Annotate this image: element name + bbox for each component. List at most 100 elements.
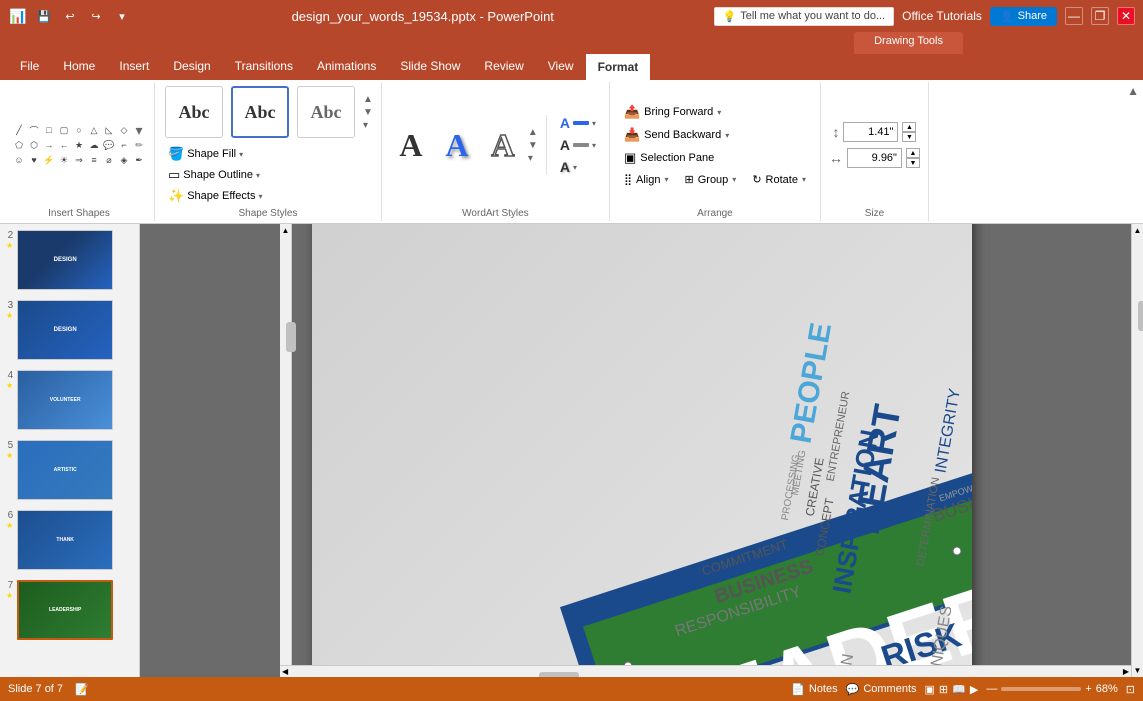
notes-button[interactable]: 📄 Notes [791,683,837,696]
align-button[interactable]: ⣿ Align ▾ [618,170,675,189]
slide-notes-icon[interactable]: 📝 [75,683,89,696]
ribbon-collapse-button[interactable]: ▲ [1127,84,1139,98]
rotate-arrow[interactable]: ▾ [802,175,806,184]
rotate-button[interactable]: ↻ Rotate ▾ [746,170,812,189]
share-button[interactable]: 👤 Share [990,7,1057,26]
callout-shape[interactable]: 💬 [102,138,116,152]
slide-thumb-2[interactable]: DESIGN [17,230,113,290]
tab-transitions[interactable]: Transitions [223,52,305,80]
right-scroll-thumb[interactable] [1138,301,1143,331]
edit-shapes-btn[interactable]: ✏ [132,138,146,152]
width-input[interactable] [847,148,902,168]
height-spin-up[interactable]: ▲ [902,122,916,132]
shape-style-2[interactable]: Abc [231,86,289,138]
width-spin-up[interactable]: ▲ [906,148,920,158]
align-arrow[interactable]: ▾ [664,175,668,184]
height-input[interactable] [843,122,898,142]
slide-item-6[interactable]: 6 ★ THANK [4,508,135,572]
text-fill-arrow[interactable]: ▾ [592,119,596,128]
bottom-scroll-right[interactable]: ▶ [1121,667,1131,676]
scroll-thumb[interactable] [286,322,296,352]
style-more[interactable]: ▾ [363,120,373,131]
minimize-button[interactable]: — [1065,7,1083,25]
close-button[interactable]: ✕ [1117,7,1135,25]
width-spin-down[interactable]: ▼ [906,158,920,168]
height-spin-down[interactable]: ▼ [902,132,916,142]
tab-format[interactable]: Format [586,52,651,80]
slide-item-2[interactable]: 2 ★ DESIGN [4,228,135,292]
tab-file[interactable]: File [8,52,51,80]
shape-effects-button[interactable]: ✨ Shape Effects ▾ [163,186,268,206]
reading-view-button[interactable]: 📖 [952,683,966,696]
bring-forward-arrow[interactable]: ▾ [717,108,721,117]
group-arrow[interactable]: ▾ [732,175,736,184]
text-effects-button[interactable]: A ▾ [555,157,601,177]
save-button[interactable]: 💾 [34,6,54,26]
eq-shape[interactable]: ≡ [87,153,101,167]
rect-shape[interactable]: □ [42,123,56,137]
bottom-scroll-left[interactable]: ◀ [280,667,290,676]
ribbon-shape[interactable]: ⌀ [102,153,116,167]
slide-thumb-6[interactable]: THANK [17,510,113,570]
wordart-more[interactable]: ▾ [528,153,538,164]
cloud-shape[interactable]: ☁ [87,138,101,152]
circle-shape[interactable]: ○ [72,123,86,137]
heart-shape[interactable]: ♥ [27,153,41,167]
slide-thumb-5[interactable]: ARTISTIC [17,440,113,500]
tab-review[interactable]: Review [472,52,535,80]
tab-animations[interactable]: Animations [305,52,388,80]
selection-pane-button[interactable]: ▣ Selection Pane [618,147,720,169]
right-scroll-down[interactable]: ▼ [1132,664,1143,677]
slide-thumb-3[interactable]: DESIGN [17,300,113,360]
bottom-scroll-thumb[interactable] [539,672,579,678]
group-button[interactable]: ⊞ Group ▾ [679,170,743,189]
slide-item-4[interactable]: 4 ★ VOLUNTEER [4,368,135,432]
diamond-shape[interactable]: ◇ [117,123,131,137]
bracket-shape[interactable]: ⌐ [117,138,131,152]
tab-insert[interactable]: Insert [107,52,161,80]
wordart-scroll-down[interactable]: ▼ [528,140,538,151]
text-outline-button[interactable]: A ▾ [555,135,601,155]
triangle-shape[interactable]: △ [87,123,101,137]
slide-item-5[interactable]: 5 ★ ARTISTIC [4,438,135,502]
tab-slideshow[interactable]: Slide Show [388,52,472,80]
rt-triangle-shape[interactable]: ◺ [102,123,116,137]
text-effects-arrow[interactable]: ▾ [573,163,577,172]
pentagon-shape[interactable]: ⬠ [12,138,26,152]
line-shape[interactable]: ╱ [12,123,26,137]
shape-outline-button[interactable]: ▭ Shape Outline ▾ [163,165,268,185]
tab-home[interactable]: Home [51,52,107,80]
slide-thumb-4[interactable]: VOLUNTEER [17,370,113,430]
fit-window-button[interactable]: ⊡ [1126,683,1135,696]
slide-item-7[interactable]: 7 ★ LEADERSHIP [4,578,135,642]
sun-shape[interactable]: ☀ [57,153,71,167]
wordart-shadow-button[interactable]: A [436,124,478,166]
text-outline-arrow[interactable]: ▾ [592,141,596,150]
effects-dropdown-arrow[interactable]: ▾ [258,192,262,201]
tell-me-box[interactable]: 💡 Tell me what you want to do... [714,7,895,26]
wordart-outline-button[interactable]: A [482,124,524,166]
tab-design[interactable]: Design [161,52,222,80]
block-arrow[interactable]: ⇒ [72,153,86,167]
send-backward-arrow[interactable]: ▾ [725,131,729,140]
fill-dropdown-arrow[interactable]: ▾ [239,150,243,159]
star-shape[interactable]: ★ [72,138,86,152]
shape-fill-button[interactable]: 🪣 Shape Fill ▾ [163,144,268,164]
restore-button[interactable]: ❐ [1091,7,1109,25]
text-fill-button[interactable]: A ▾ [555,113,601,133]
outline-dropdown-arrow[interactable]: ▾ [256,171,260,180]
tab-view[interactable]: View [536,52,586,80]
redo-button[interactable]: ↪ [86,6,106,26]
left-arrow-shape[interactable]: ← [57,138,71,152]
zoom-in-button[interactable]: + [1085,683,1091,695]
wordart-plain-button[interactable]: A [390,124,432,166]
slide-item-3[interactable]: 3 ★ DESIGN [4,298,135,362]
lightning-shape[interactable]: ⚡ [42,153,56,167]
arrow-shape[interactable]: → [42,138,56,152]
flow-shape[interactable]: ◈ [117,153,131,167]
style-scroll-down[interactable]: ▼ [363,107,373,118]
zoom-out-button[interactable]: — [986,683,997,695]
right-scroll-up[interactable]: ▲ [1132,224,1143,237]
comments-button[interactable]: 💬 Comments [846,683,917,696]
more-shapes[interactable]: ▾ [132,123,146,137]
